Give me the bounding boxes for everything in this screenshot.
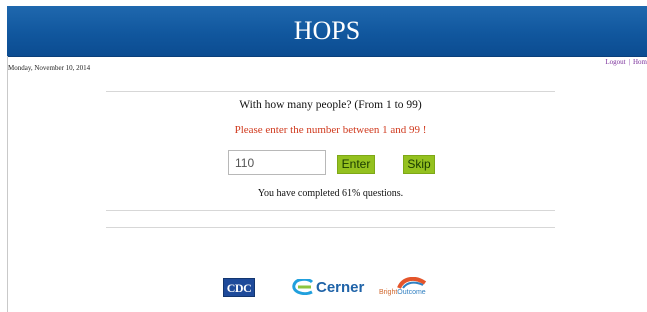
home-link[interactable]: Hom xyxy=(633,58,647,66)
answer-input[interactable] xyxy=(228,150,326,175)
brightoutcome-logo: BrightOutcome xyxy=(379,277,451,299)
brightoutcome-logo-suffix: Outcome xyxy=(397,289,426,296)
divider-bottom xyxy=(106,227,555,228)
cdc-logo: CDC xyxy=(223,278,255,297)
error-message: Please enter the number between 1 and 99… xyxy=(234,124,427,136)
question-text: With how many people? (From 1 to 99) xyxy=(239,99,422,111)
cerner-logo: Cerner xyxy=(292,278,364,298)
brightoutcome-logo-text: BrightOutcome xyxy=(379,289,426,296)
progress-text: You have completed 61% questions. xyxy=(257,188,404,199)
header-banner: HOPS xyxy=(7,6,647,57)
divider-top xyxy=(106,91,555,92)
app-title: HOPS xyxy=(293,16,361,45)
brightoutcome-logo-prefix: Bright xyxy=(379,289,398,296)
skip-button[interactable]: Skip xyxy=(403,155,435,174)
left-border xyxy=(7,56,8,312)
link-separator: | xyxy=(628,58,630,66)
divider-middle xyxy=(106,210,555,211)
cerner-swoosh-icon xyxy=(292,278,314,296)
top-links: Logout | Hom xyxy=(605,58,647,66)
current-date: Monday, November 10, 2014 xyxy=(8,64,91,72)
brightoutcome-arc-icon xyxy=(397,277,427,289)
logout-link[interactable]: Logout xyxy=(605,58,625,66)
cerner-logo-text: Cerner xyxy=(316,278,365,296)
enter-button[interactable]: Enter xyxy=(337,155,375,174)
